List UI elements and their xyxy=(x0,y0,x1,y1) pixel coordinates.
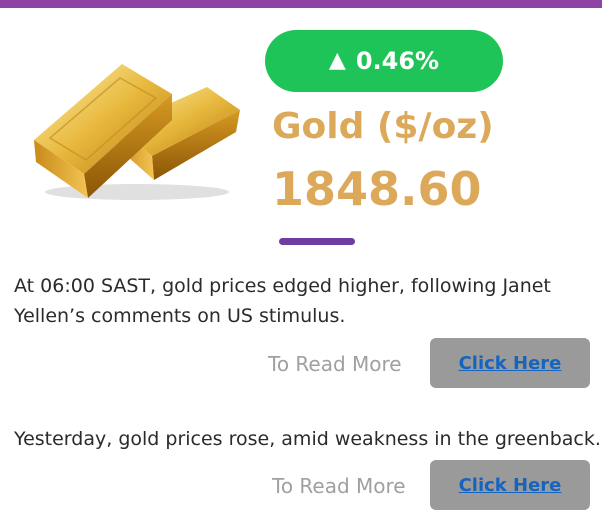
price-value: 1848.60 xyxy=(272,162,482,216)
click-here-button-1[interactable]: Click Here xyxy=(430,338,590,388)
read-more-label-2: To Read More xyxy=(272,474,406,498)
up-triangle-icon: ▲ xyxy=(328,48,346,73)
top-border xyxy=(0,0,602,8)
click-here-button-2[interactable]: Click Here xyxy=(430,460,590,510)
commodity-title: Gold ($/oz) xyxy=(272,106,494,147)
read-more-label-1: To Read More xyxy=(268,352,402,376)
news-text-2: Yesterday, gold prices rose, amid weakne… xyxy=(14,428,601,450)
change-percent: 0.46% xyxy=(355,47,440,75)
change-badge: ▲ 0.46% xyxy=(265,30,503,92)
news-text-1: At 06:00 SAST, gold prices edged higher,… xyxy=(14,275,551,327)
divider xyxy=(279,238,355,245)
gold-bars-image xyxy=(34,64,240,200)
